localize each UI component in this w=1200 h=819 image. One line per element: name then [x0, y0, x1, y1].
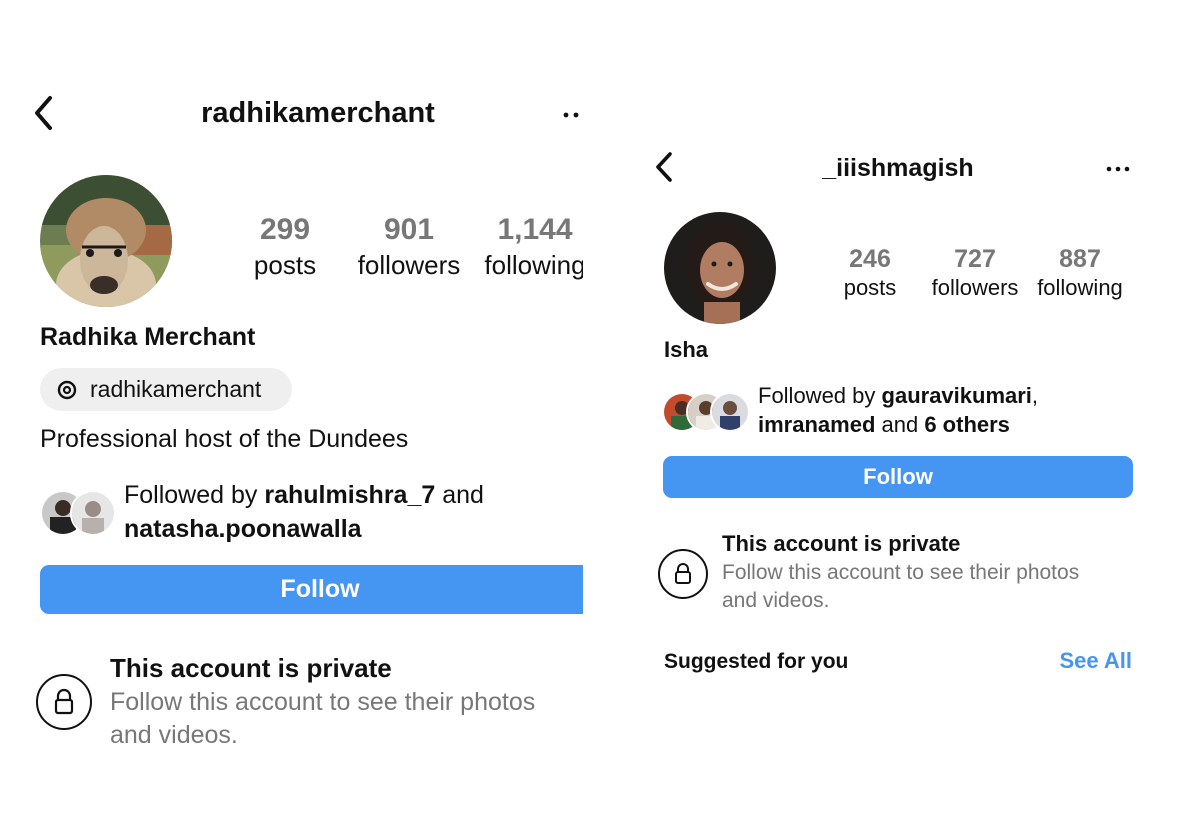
display-name: Isha: [664, 337, 709, 362]
stat-followers[interactable]: 901 followers: [346, 212, 472, 282]
more-options-icon[interactable]: [560, 108, 582, 120]
left-profile-panel: radhikamerchant 299 posts 901 followers …: [0, 0, 583, 819]
profile-avatar[interactable]: [664, 212, 776, 324]
stat-followers[interactable]: 727 followers: [924, 244, 1026, 302]
stat-posts-label: posts: [843, 275, 897, 300]
stat-following-value: 887: [1059, 245, 1101, 273]
back-chevron-icon[interactable]: [652, 150, 676, 184]
stat-following-value: 1,144: [497, 213, 573, 246]
back-chevron-icon[interactable]: [30, 94, 58, 132]
private-description: Follow this account to see their photos …: [110, 686, 535, 752]
threads-icon: [56, 379, 78, 401]
stat-followers-value: 901: [383, 213, 435, 246]
stat-posts-value: 299: [259, 213, 311, 246]
mutual-user-1[interactable]: rahulmishra_7: [264, 481, 435, 509]
more-options-icon[interactable]: [1104, 162, 1132, 174]
private-desc-line1: Follow this account to see their photos: [110, 688, 536, 716]
mutual-avatar-3: [710, 392, 750, 432]
mutual-user-2[interactable]: imranamed: [758, 412, 875, 437]
followed-by-comma: ,: [1031, 383, 1039, 408]
mutual-avatar-2: [70, 490, 116, 536]
profile-bio: Professional host of the Dundees: [40, 425, 409, 453]
stat-followers-value: 727: [954, 245, 996, 273]
followed-by-text[interactable]: Followed by gauravikumari, imranamed and …: [758, 381, 1198, 439]
stat-posts[interactable]: 299 posts: [240, 212, 330, 282]
followed-by-text[interactable]: Followed by rahulmishra_7 and natasha.poo…: [124, 478, 579, 546]
followed-by-and: and: [875, 412, 925, 437]
private-desc-line2: and videos.: [110, 721, 238, 749]
follow-button[interactable]: Follow: [40, 565, 583, 614]
followed-by-and: and: [435, 481, 484, 509]
private-desc-line2: and videos.: [722, 589, 830, 612]
private-desc-line1: Follow this account to see their photos: [722, 561, 1080, 584]
profile-username-title: _iiishmagish: [822, 154, 974, 182]
stat-following-label: following: [1037, 275, 1123, 300]
threads-handle: radhikamerchant: [90, 376, 262, 402]
follow-button[interactable]: Follow: [663, 456, 1133, 498]
right-profile-panel: _iiishmagish 246 posts 727 followers 887…: [640, 0, 1200, 819]
mutual-user-1[interactable]: gauravikumari: [882, 383, 1032, 408]
stat-following-label: following: [484, 250, 583, 280]
private-title: This account is private: [722, 531, 961, 556]
stat-posts[interactable]: 246 posts: [832, 244, 908, 302]
stat-posts-label: posts: [253, 250, 317, 280]
stat-followers-label: followers: [931, 275, 1019, 300]
mutual-user-2[interactable]: natasha.poonawalla: [124, 515, 362, 543]
stat-posts-value: 246: [849, 245, 891, 273]
followed-by-prefix: Followed by: [758, 383, 882, 408]
stat-following[interactable]: 887 following: [1030, 244, 1130, 302]
stat-following[interactable]: 1,144 following: [476, 212, 583, 282]
private-description: Follow this account to see their photos …: [722, 559, 1079, 615]
lock-icon: [658, 549, 708, 599]
see-all-link[interactable]: See All: [1020, 646, 1132, 676]
followed-by-prefix: Followed by: [124, 481, 265, 509]
stat-followers-label: followers: [357, 250, 461, 280]
private-title: This account is private: [110, 653, 392, 683]
profile-username-title: radhikamerchant: [201, 97, 435, 129]
lock-icon: [36, 674, 92, 730]
suggested-for-you-heading: Suggested for you: [664, 650, 849, 673]
profile-avatar[interactable]: [40, 175, 172, 307]
threads-badge[interactable]: radhikamerchant: [40, 368, 292, 411]
display-name: Radhika Merchant: [40, 323, 256, 351]
mutual-others[interactable]: 6 others: [924, 412, 1010, 437]
